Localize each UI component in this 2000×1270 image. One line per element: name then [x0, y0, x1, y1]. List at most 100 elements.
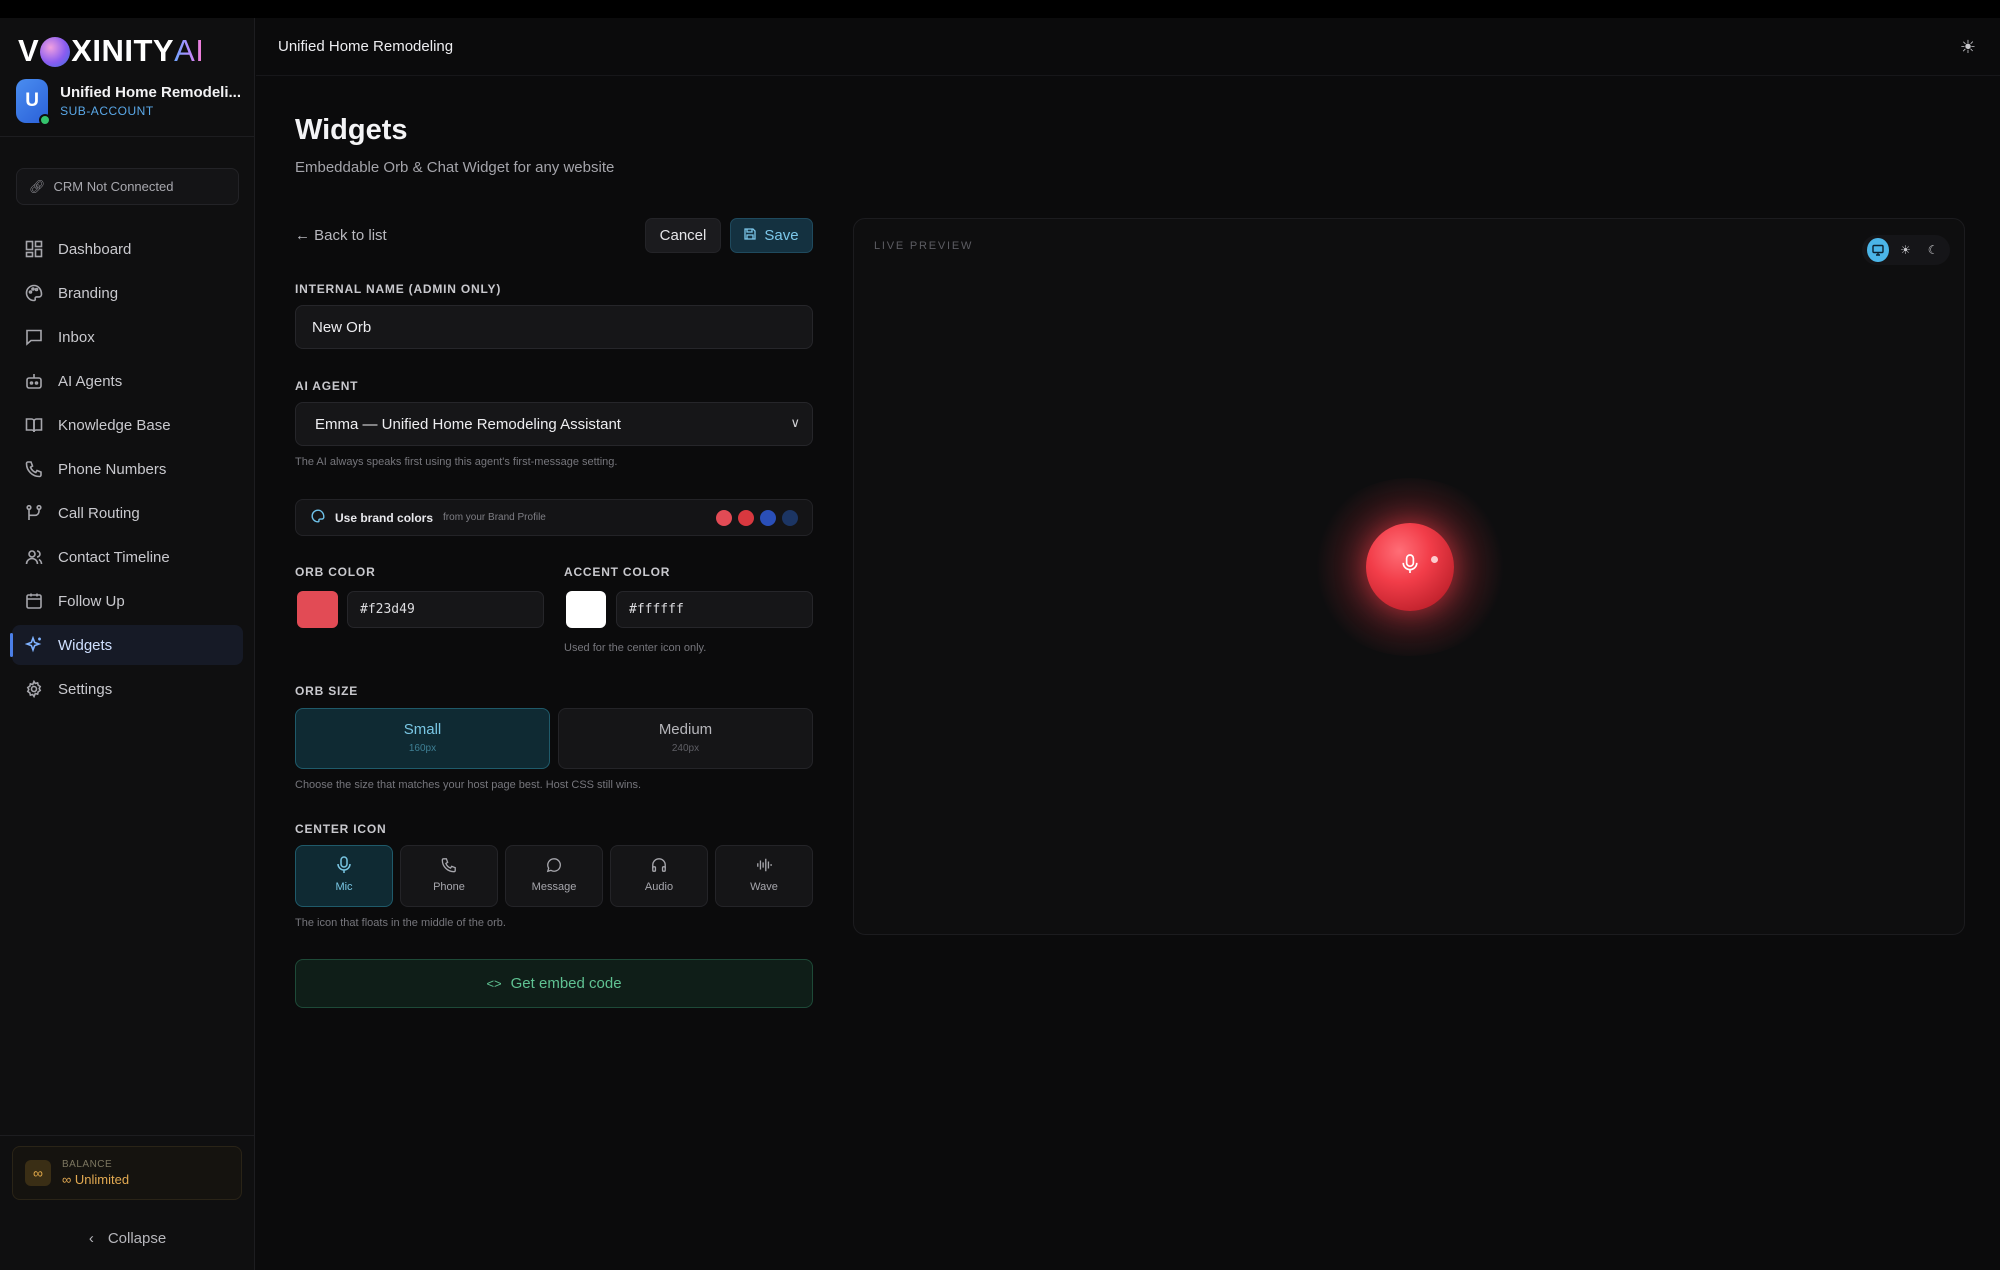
phone-icon — [24, 459, 44, 479]
page-subtitle: Embeddable Orb & Chat Widget for any web… — [295, 159, 615, 176]
sidebar-item-knowledge-base[interactable]: Knowledge Base — [12, 405, 243, 445]
mic-icon — [296, 856, 392, 876]
window-top-strip — [0, 0, 2000, 18]
size-option-medium[interactable]: Medium 240px — [558, 708, 813, 769]
center-icon-option-mic[interactable]: Mic — [295, 845, 393, 907]
sidebar-item-label: Widgets — [58, 636, 113, 654]
headphones-icon — [611, 856, 707, 876]
center-icon-option-wave[interactable]: Wave — [715, 845, 813, 907]
icon-option-label: Audio — [644, 881, 674, 893]
sidebar-item-settings[interactable]: Settings — [12, 669, 243, 709]
sidebar-item-ai-agents[interactable]: AI Agents — [12, 361, 243, 401]
sidebar-item-inbox[interactable]: Inbox — [12, 317, 243, 357]
theme-toggle-sun-icon[interactable]: ☀︎ — [1960, 37, 1976, 58]
phone-icon — [401, 856, 497, 876]
sidebar: V XINITY AI U Unified Home Remodeli... SUB… — [0, 18, 255, 1270]
live-preview-label: LIVE PREVIEW — [874, 240, 974, 252]
routing-icon — [24, 503, 44, 523]
palette-icon — [311, 509, 325, 526]
sidebar-item-label: Settings — [58, 680, 113, 698]
sidebar-item-label: Inbox — [58, 328, 95, 346]
wave-icon — [716, 856, 812, 876]
sidebar-item-label: Dashboard — [58, 240, 132, 258]
avatar-letter: U — [25, 90, 39, 111]
orb-color-label: ORB COLOR — [295, 565, 376, 579]
balance-label: BALANCE — [62, 1159, 113, 1170]
sidebar-item-follow-up[interactable]: Follow Up — [12, 581, 243, 621]
size-name: Small — [403, 721, 442, 738]
divider — [0, 136, 255, 137]
center-icon-hint: The icon that floats in the middle of th… — [295, 917, 506, 929]
logo-text-left: V — [18, 33, 40, 68]
sidebar-item-call-routing[interactable]: Call Routing — [12, 493, 243, 533]
account-switcher[interactable]: U Unified Home Remodeli... SUB-ACCOUNT — [16, 78, 241, 126]
contacts-icon — [24, 547, 44, 567]
account-type: SUB-ACCOUNT — [60, 104, 154, 118]
brand-swatch — [782, 510, 798, 526]
icon-option-label: Phone — [433, 881, 465, 893]
accent-color-swatch[interactable] — [566, 591, 606, 628]
center-icon-option-audio[interactable]: Audio — [610, 845, 708, 907]
page-title: Widgets — [295, 114, 408, 146]
brand-swatch — [738, 510, 754, 526]
save-label: Save — [764, 227, 799, 244]
sun-icon[interactable]: ☀︎ — [1895, 238, 1917, 262]
internal-name-input[interactable]: New Orb — [295, 305, 813, 349]
infinity-icon: ∞ — [62, 1172, 72, 1187]
brand-logo[interactable]: V XINITY AI — [18, 33, 205, 68]
back-to-list-link[interactable]: ← Back to list — [295, 227, 387, 244]
icon-option-label: Message — [531, 881, 577, 893]
cancel-button[interactable]: Cancel — [645, 218, 721, 253]
ai-agent-select[interactable]: Emma — Unified Home Remodeling Assistant… — [295, 402, 813, 446]
get-embed-code-button[interactable]: <> Get embed code — [295, 959, 813, 1008]
orb-color-swatch[interactable] — [297, 591, 338, 628]
orb-size-label: ORB SIZE — [295, 684, 359, 698]
orb-highlight — [1431, 556, 1438, 563]
collapse-label: Collapse — [107, 1230, 167, 1247]
code-icon: <> — [486, 976, 502, 991]
center-icon-option-message[interactable]: Message — [505, 845, 603, 907]
divider — [0, 1135, 255, 1136]
size-px: 240px — [671, 743, 700, 754]
avatar: U — [16, 79, 52, 126]
orb-color-input[interactable]: #f23d49 — [347, 591, 544, 628]
sidebar-item-branding[interactable]: Branding — [12, 273, 243, 313]
robot-icon — [24, 371, 44, 391]
icon-option-label: Mic — [335, 881, 353, 893]
center-icon-option-phone[interactable]: Phone — [400, 845, 498, 907]
brand-swatch — [760, 510, 776, 526]
sidebar-item-contact-timeline[interactable]: Contact Timeline — [12, 537, 243, 577]
save-button[interactable]: Save — [730, 218, 813, 253]
crm-status-button[interactable]: 🔗︎ CRM Not Connected — [16, 168, 239, 205]
accent-color-label: ACCENT COLOR — [564, 565, 671, 579]
brand-colors-label: Use brand colors — [335, 510, 434, 525]
header-title: Unified Home Remodeling — [278, 38, 454, 55]
center-icon-label: CENTER ICON — [295, 822, 387, 836]
internal-name-label: INTERNAL NAME (ADMIN ONLY) — [295, 282, 502, 296]
top-header: Unified Home Remodeling ☀︎ — [256, 18, 2000, 76]
sidebar-item-phone-numbers[interactable]: Phone Numbers — [12, 449, 243, 489]
size-option-small[interactable]: Small 160px — [295, 708, 550, 769]
orb-size-hint: Choose the size that matches your host p… — [295, 779, 642, 791]
sidebar-item-widgets[interactable]: Widgets — [10, 625, 243, 665]
chevron-down-icon: ∨ — [790, 415, 800, 430]
collapse-sidebar-button[interactable]: ‹ Collapse — [0, 1230, 255, 1247]
brand-swatch — [716, 510, 732, 526]
logo-orb-icon — [40, 37, 71, 67]
logo-text-mid: XINITY — [71, 33, 175, 68]
moon-icon[interactable]: ☾ — [1922, 238, 1944, 262]
desktop-icon[interactable] — [1867, 238, 1889, 262]
logo-text-ai: AI — [174, 33, 205, 68]
sidebar-item-dashboard[interactable]: Dashboard — [12, 229, 243, 269]
ai-agent-selected-value: Emma — Unified Home Remodeling Assistant — [315, 415, 621, 433]
back-label: Back to list — [314, 227, 387, 244]
use-brand-colors-toggle[interactable]: Use brand colors from your Brand Profile — [295, 499, 813, 536]
link-icon: 🔗︎ — [29, 178, 46, 194]
chevron-left-icon: ‹ — [88, 1230, 94, 1247]
accent-color-input[interactable]: #ffffff — [616, 591, 813, 628]
balance-value-text: Unlimited — [74, 1172, 130, 1187]
preview-orb[interactable] — [1366, 523, 1454, 611]
ai-agent-hint: The AI always speaks first using this ag… — [295, 456, 618, 468]
balance-card[interactable]: ∞ BALANCE ∞ Unlimited — [12, 1146, 242, 1200]
arrow-left-icon: ← — [295, 227, 310, 244]
